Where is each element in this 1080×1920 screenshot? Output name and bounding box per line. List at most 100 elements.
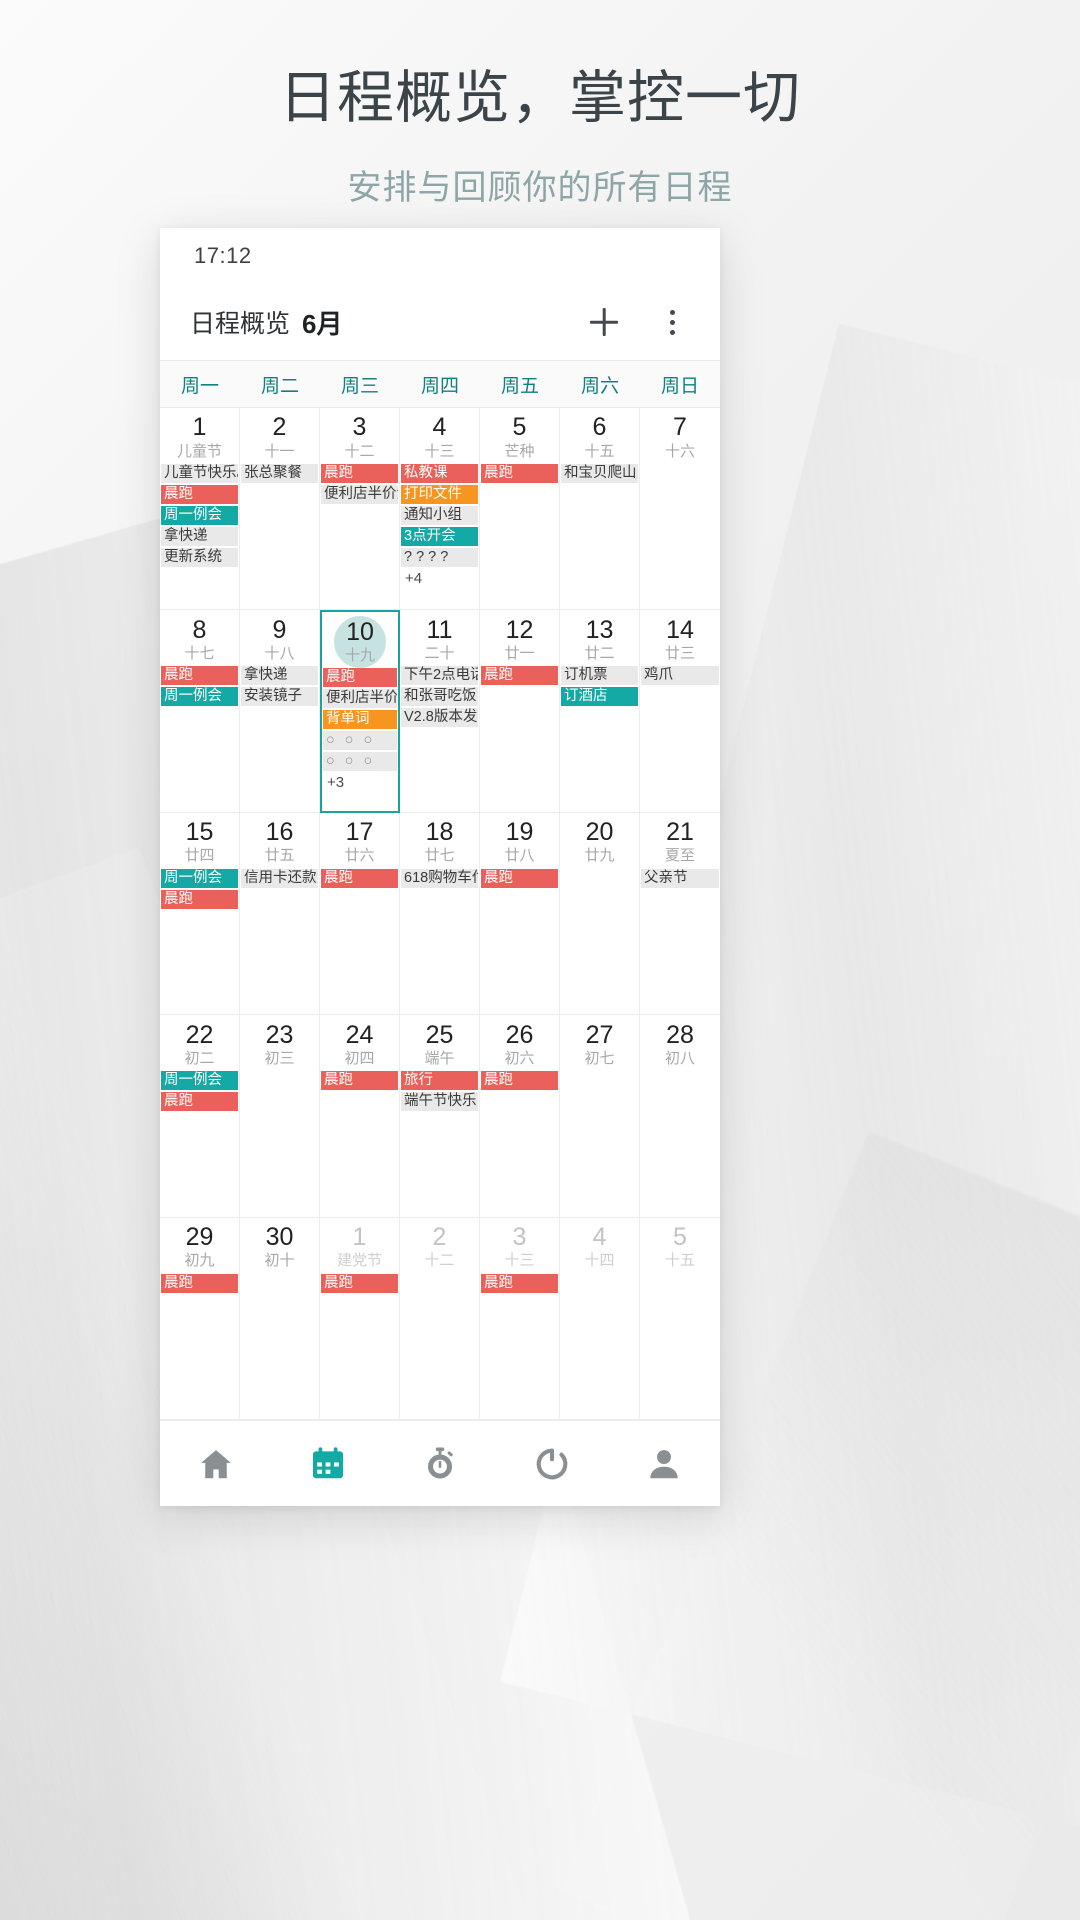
- event-chip[interactable]: ○ ○ ○: [323, 752, 397, 772]
- event-chip[interactable]: 私教课: [401, 464, 478, 483]
- event-chip[interactable]: 便利店半价活: [323, 689, 397, 709]
- calendar-day-cell[interactable]: 5 芒种 晨跑: [480, 408, 560, 611]
- plus-icon[interactable]: [582, 300, 626, 344]
- calendar-day-cell[interactable]: 24 初四 晨跑: [320, 1015, 400, 1218]
- more-events-indicator[interactable]: +3: [323, 773, 397, 792]
- calendar-day-cell[interactable]: 21 夏至 父亲节: [640, 813, 720, 1016]
- weekday-header-5: 周五: [500, 375, 539, 397]
- event-chip[interactable]: 拿快递: [241, 666, 318, 686]
- event-chip[interactable]: 张总聚餐: [241, 464, 318, 483]
- event-chip[interactable]: 晨跑: [323, 668, 397, 688]
- event-chip[interactable]: 晨跑: [321, 1273, 398, 1293]
- calendar-day-cell[interactable]: 8 十七 晨跑 周一例会: [160, 610, 240, 813]
- event-chip[interactable]: 晨跑: [161, 1273, 238, 1293]
- event-chip[interactable]: 晨跑: [161, 666, 238, 686]
- day-number: 10: [346, 617, 374, 646]
- event-chip[interactable]: 晨跑: [481, 464, 558, 483]
- calendar-day-cell[interactable]: 3十二晨跑便利店半价活: [320, 408, 400, 611]
- event-chip[interactable]: 周一例会: [161, 506, 238, 525]
- event-chip[interactable]: 晨跑: [481, 666, 558, 686]
- calendar-day-cell[interactable]: 16 廿五 信用卡还款: [240, 812, 320, 1016]
- day-number: 28: [666, 1020, 694, 1049]
- event-chip[interactable]: 晨跑: [481, 1071, 558, 1091]
- event-chip[interactable]: V2.8版本发布: [401, 708, 478, 728]
- status-bar: 17:12: [160, 228, 720, 284]
- calendar-day-cell[interactable]: 23 初三: [240, 1015, 320, 1218]
- calendar-day-cell[interactable]: 7 十六: [640, 408, 720, 611]
- calendar-day-cell[interactable]: 1 建党节 晨跑: [320, 1217, 400, 1420]
- calendar-day-cell[interactable]: 13 廿二 订机票 订酒店: [560, 610, 640, 813]
- calendar-day-cell[interactable]: 14 廿三 鸡爪: [640, 610, 720, 813]
- app-bar: 日程概览 6月: [160, 284, 720, 360]
- event-chip[interactable]: 旅行: [401, 1071, 478, 1091]
- calendar-day-cell[interactable]: 2 十一 张总聚餐: [240, 408, 320, 611]
- event-chip[interactable]: 晨跑: [161, 889, 238, 909]
- event-chip[interactable]: 父亲节: [641, 868, 719, 888]
- calendar-day-cell[interactable]: 17 廿六 晨跑: [320, 812, 400, 1016]
- calendar-day-cell[interactable]: 4 十四: [560, 1217, 640, 1420]
- event-chip[interactable]: 周一例会: [161, 687, 238, 707]
- event-chip[interactable]: 晨跑: [321, 1071, 398, 1091]
- nav-timer-icon[interactable]: [421, 1445, 459, 1483]
- event-chip[interactable]: ○ ○ ○: [323, 731, 397, 751]
- calendar-day-cell[interactable]: 12 廿一 晨跑: [480, 610, 560, 813]
- event-chip[interactable]: 订酒店: [561, 687, 638, 707]
- event-chip[interactable]: 儿童节快乐。: [161, 464, 238, 483]
- event-chip[interactable]: 便利店半价活: [321, 485, 398, 504]
- event-chip[interactable]: 晨跑: [481, 868, 558, 888]
- nav-home-icon[interactable]: [197, 1445, 235, 1483]
- event-chip[interactable]: 晨跑: [321, 868, 398, 888]
- calendar-day-cell[interactable]: 9 十八 拿快递 安装镜子: [240, 610, 320, 813]
- calendar-day-cell[interactable]: 30 初十: [240, 1217, 320, 1420]
- event-chip[interactable]: 和张哥吃饭: [401, 687, 478, 707]
- calendar-day-cell[interactable]: 28 初八: [640, 1015, 720, 1218]
- nav-person-icon[interactable]: [645, 1445, 683, 1483]
- event-chip[interactable]: 晨跑: [481, 1273, 558, 1293]
- more-vertical-icon[interactable]: [650, 300, 694, 344]
- event-chip[interactable]: 周一例会: [161, 868, 238, 888]
- calendar-day-cell[interactable]: 29 初九 晨跑: [160, 1217, 240, 1420]
- calendar-day-cell[interactable]: 22 初二 周一例会 晨跑: [160, 1015, 240, 1218]
- calendar-day-cell[interactable]: 1儿童节儿童节快乐。晨跑周一例会拿快递更新系统: [160, 408, 240, 611]
- day-header: 2 十二: [400, 1218, 479, 1274]
- event-chip[interactable]: 端午节快乐: [401, 1092, 478, 1112]
- day-number: 27: [585, 1020, 614, 1049]
- calendar-day-cell[interactable]: 6 十五 和宝贝爬山: [560, 408, 640, 611]
- event-chip[interactable]: 背单词: [323, 710, 397, 730]
- more-events-indicator[interactable]: +4: [401, 569, 478, 588]
- calendar-day-cell[interactable]: 18 廿七 618购物车付: [400, 812, 480, 1016]
- day-number: 12: [505, 615, 534, 644]
- calendar-day-cell[interactable]: 25 端午 旅行 端午节快乐: [400, 1015, 480, 1218]
- calendar-day-cell[interactable]: 5 十五: [640, 1218, 720, 1420]
- calendar-day-cell[interactable]: 26 初六 晨跑: [480, 1015, 560, 1218]
- event-chip[interactable]: 鸡爪: [641, 666, 719, 686]
- calendar-day-cell[interactable]: 11二十下午2点电话和张哥吃饭V2.8版本发布: [400, 610, 480, 813]
- event-chip[interactable]: 晨跑: [161, 1092, 238, 1112]
- event-chip[interactable]: 3点开会: [401, 527, 478, 546]
- event-chip[interactable]: 打印文件: [401, 485, 478, 504]
- calendar-day-cell[interactable]: 27 初七: [560, 1015, 640, 1218]
- event-chip[interactable]: 通知小组: [401, 506, 478, 525]
- event-chip[interactable]: 晨跑: [161, 485, 238, 504]
- calendar-day-cell[interactable]: 15 廿四 周一例会 晨跑: [160, 812, 240, 1016]
- event-chip[interactable]: 订机票: [561, 666, 638, 686]
- event-chip[interactable]: 安装镜子: [241, 687, 318, 707]
- event-chip[interactable]: 晨跑: [321, 464, 398, 483]
- lunar-or-festival-label: 十一: [264, 442, 295, 460]
- event-chip[interactable]: ? ? ? ?: [401, 548, 478, 567]
- calendar-day-cell[interactable]: 20 廿九: [560, 812, 640, 1016]
- event-chip[interactable]: 周一例会: [161, 1071, 238, 1091]
- event-chip[interactable]: 拿快递: [161, 527, 238, 546]
- calendar-day-cell[interactable]: 3 十三 晨跑: [480, 1217, 560, 1420]
- calendar-day-cell[interactable]: 2 十二: [400, 1217, 480, 1420]
- event-chip[interactable]: 更新系统: [161, 548, 238, 567]
- nav-ring-progress-icon[interactable]: [533, 1445, 571, 1483]
- nav-calendar-icon[interactable]: [309, 1445, 347, 1483]
- calendar-day-cell[interactable]: 10十九晨跑便利店半价活背单词○ ○ ○○ ○ ○+3: [320, 610, 400, 813]
- calendar-day-cell[interactable]: 4 十三 私教课 打印文件 通知小组 3点开会 ? ? ? ? +4: [400, 408, 480, 611]
- event-chip[interactable]: 和宝贝爬山: [561, 464, 638, 483]
- event-chip[interactable]: 信用卡还款: [241, 868, 318, 888]
- calendar-day-cell[interactable]: 19 廿八 晨跑: [480, 812, 560, 1016]
- event-chip[interactable]: 618购物车付: [401, 868, 478, 888]
- event-chip[interactable]: 下午2点电话: [401, 666, 478, 686]
